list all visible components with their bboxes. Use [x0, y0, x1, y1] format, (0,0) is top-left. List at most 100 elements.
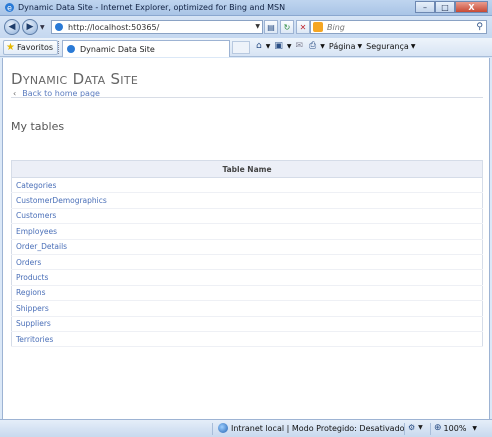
internet-explorer-icon: e — [5, 3, 14, 13]
table-link[interactable]: Shippers — [16, 304, 49, 313]
zoom-icon: ⊕ — [434, 423, 442, 433]
table-cell: Products — [11, 269, 483, 286]
globe-icon — [218, 423, 228, 433]
page-heading: My tables — [11, 120, 65, 133]
minimize-icon: – — [423, 2, 427, 12]
safety-menu[interactable]: Segurança ▼ — [366, 42, 415, 51]
chevron-down-icon: ▼ — [410, 42, 416, 50]
page-content: Dynamic Data Site ‹ Back to home page My … — [2, 58, 490, 419]
arrow-left-icon: ◀ — [8, 22, 16, 32]
address-actions: ▤ ↻ ✕ — [264, 20, 310, 34]
search-icon[interactable]: ⚲ — [476, 22, 483, 32]
table-link[interactable]: Categories — [16, 181, 56, 190]
url-text[interactable]: http://localhost:50365/ — [68, 23, 159, 32]
table-link[interactable]: Customers — [16, 211, 56, 220]
browser-tab[interactable]: Dynamic Data Site — [62, 40, 230, 57]
table-cell: Employees — [11, 223, 483, 240]
table-row: Order_Details — [11, 239, 483, 255]
feeds-button[interactable]: ▣ ▼ — [274, 41, 291, 51]
minimize-button[interactable]: – — [415, 1, 435, 13]
address-toolbar: ◀ ▶ ▼ http://localhost:50365/ ▼ ▤ ↻ ✕ ⚲ — [0, 16, 492, 38]
status-divider — [404, 423, 405, 435]
maximize-icon: □ — [441, 2, 449, 12]
table-link[interactable]: Products — [16, 273, 48, 282]
home-icon: ⌂ — [256, 41, 262, 51]
bing-icon — [313, 22, 323, 32]
table-row: Categories — [11, 177, 483, 194]
table-cell: Territories — [11, 331, 483, 348]
stop-icon: ✕ — [299, 22, 307, 32]
favorites-button[interactable]: ★ Favoritos — [3, 40, 59, 55]
table-cell: Shippers — [11, 300, 483, 317]
protected-mode-icon[interactable]: ⚙ — [408, 423, 415, 432]
search-input[interactable] — [327, 22, 467, 32]
table-row: Products — [11, 269, 483, 286]
compatibility-view-button[interactable]: ▤ — [264, 20, 278, 34]
chevron-down-icon: ▼ — [265, 42, 271, 50]
status-divider — [212, 423, 213, 435]
table-row: Shippers — [11, 300, 483, 317]
table-link[interactable]: Orders — [16, 258, 41, 267]
table-row: Customers — [11, 208, 483, 225]
chevron-down-icon: ▼ — [472, 424, 478, 432]
chevron-down-icon: ▼ — [286, 42, 292, 50]
chevron-down-icon: ▼ — [320, 42, 325, 50]
refresh-button[interactable]: ↻ — [280, 20, 294, 34]
tab-label: Dynamic Data Site — [80, 44, 155, 54]
table-row: Orders — [11, 254, 483, 271]
star-icon: ★ — [6, 42, 15, 53]
column-header-table-name: Table Name — [11, 160, 483, 178]
table-row: Regions — [11, 285, 483, 302]
table-link[interactable]: Employees — [16, 227, 57, 236]
page-menu[interactable]: Página ▼ — [329, 42, 362, 51]
arrow-right-icon: ▶ — [26, 22, 34, 32]
maximize-button[interactable]: □ — [435, 1, 455, 13]
table-cell: Orders — [11, 254, 483, 271]
zoom-control[interactable]: ⊕ 100% ▼ — [434, 423, 477, 433]
table-row: Territories — [11, 331, 483, 348]
search-box[interactable]: ⚲ — [310, 20, 487, 34]
table-cell: Regions — [11, 285, 483, 302]
mail-icon: ✉ — [295, 41, 304, 51]
page-icon — [55, 23, 63, 31]
stop-button[interactable]: ✕ — [296, 20, 310, 34]
table-cell: Suppliers — [11, 316, 483, 332]
page-menu-label: Página — [328, 41, 356, 51]
home-button[interactable]: ⌂ ▼ — [256, 41, 270, 51]
print-button[interactable]: ⎙ ▼ — [309, 41, 325, 51]
table-link[interactable]: Territories — [16, 335, 53, 344]
table-link[interactable]: Regions — [16, 288, 46, 297]
mail-button[interactable]: ✉ — [295, 41, 305, 51]
divider — [11, 97, 483, 98]
site-title: Dynamic Data Site — [11, 70, 139, 88]
status-bar: Intranet local | Modo Protegido: Desativ… — [0, 419, 492, 437]
compatibility-icon: ▤ — [267, 22, 275, 32]
address-dropdown-icon[interactable]: ▼ — [255, 23, 260, 30]
forward-button[interactable]: ▶ — [22, 19, 38, 35]
table-link[interactable]: Suppliers — [16, 319, 51, 328]
tables-grid: Table Name Categories CustomerDemographi… — [11, 160, 483, 348]
table-row: Suppliers — [11, 316, 483, 332]
new-tab-button[interactable] — [232, 41, 250, 54]
table-link[interactable]: Order_Details — [16, 242, 67, 251]
print-icon: ⎙ — [309, 41, 317, 51]
window-controls: – □ X — [415, 1, 488, 14]
zone-text: Intranet local | Modo Protegido: Desativ… — [231, 423, 405, 433]
favorites-label: Favoritos — [16, 43, 54, 52]
window-title: Dynamic Data Site - Internet Explorer, o… — [18, 3, 286, 12]
table-cell: Order_Details — [11, 239, 483, 255]
svg-text:e: e — [7, 4, 12, 13]
status-icons: ⚙ ▼ — [408, 423, 423, 432]
address-field[interactable]: http://localhost:50365/ ▼ — [51, 20, 263, 34]
recent-pages-dropdown[interactable]: ▼ — [40, 24, 45, 31]
back-button[interactable]: ◀ — [4, 19, 20, 35]
chevron-down-icon[interactable]: ▼ — [418, 424, 423, 431]
table-cell: CustomerDemographics — [11, 192, 483, 209]
table-cell: Customers — [11, 208, 483, 225]
table-row: Employees — [11, 223, 483, 240]
security-zone[interactable]: Intranet local | Modo Protegido: Desativ… — [218, 423, 405, 433]
table-link[interactable]: CustomerDemographics — [16, 196, 107, 205]
rss-icon: ▣ — [274, 41, 283, 51]
close-icon: X — [468, 2, 475, 12]
close-button[interactable]: X — [455, 1, 488, 13]
